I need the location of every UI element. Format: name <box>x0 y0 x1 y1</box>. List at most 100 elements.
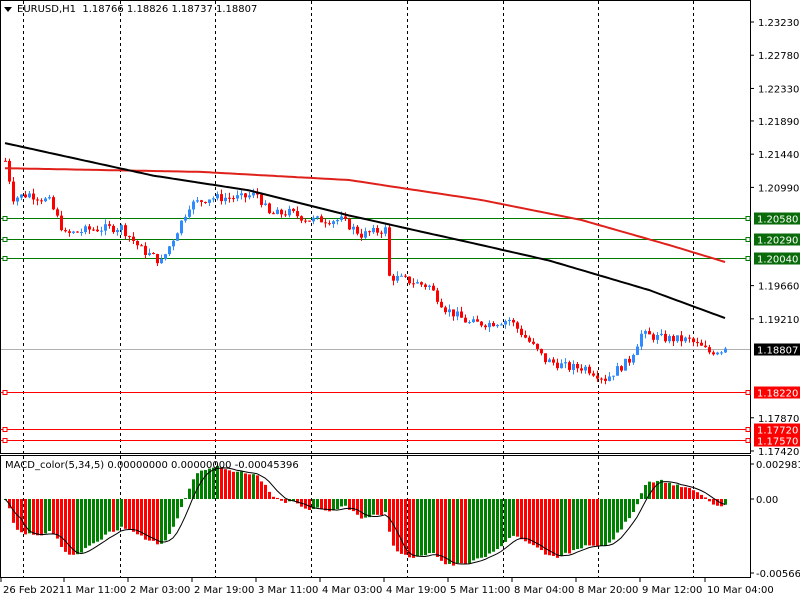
candle-bear <box>648 331 651 335</box>
macd-bar-down <box>136 499 139 535</box>
candle-bear <box>344 216 347 219</box>
candle-bear <box>64 230 67 232</box>
macd-bar-up <box>172 499 175 527</box>
candle-bear <box>452 309 455 317</box>
candle-bull <box>196 200 199 202</box>
macd-bar-down <box>408 499 411 558</box>
macd-bar-up <box>492 499 495 552</box>
macd-bar-up <box>252 474 255 499</box>
macd-bar-down <box>528 499 531 544</box>
macd-bar-up <box>200 470 203 499</box>
candle-bull <box>724 348 727 353</box>
candle-bull <box>192 201 195 210</box>
candle-bear <box>464 317 467 323</box>
collapse-triangle-icon[interactable] <box>4 6 12 12</box>
macd-bar-down <box>284 499 287 503</box>
candle-bear <box>144 245 147 255</box>
candle-bull <box>184 216 187 221</box>
level-anchor <box>2 390 8 395</box>
macd-bar-up <box>160 499 163 544</box>
macd-y-tick-label: 0.00 <box>756 495 778 506</box>
macd-bar-down <box>224 469 227 499</box>
macd-bar-down <box>148 499 151 541</box>
macd-bar-up <box>484 499 487 557</box>
candle-bull <box>640 333 643 347</box>
macd-bar-up <box>164 499 167 541</box>
candle-bear <box>200 200 203 202</box>
candle-bear <box>672 336 675 342</box>
candle-bull <box>72 231 75 233</box>
level-anchor <box>745 427 751 432</box>
level-anchor <box>745 390 751 395</box>
macd-bar-down <box>596 499 599 547</box>
macd-bar-up <box>100 499 103 540</box>
level-anchor <box>745 216 751 221</box>
macd-bar-up <box>344 499 347 506</box>
level-anchor <box>745 237 751 242</box>
macd-bar-up <box>116 499 119 531</box>
macd-bar-up <box>512 499 515 536</box>
candle-bear <box>56 209 59 216</box>
candle-bull <box>248 195 251 198</box>
candle-bear <box>480 321 483 326</box>
macd-bar-up <box>240 471 243 499</box>
candle-bull <box>660 333 663 335</box>
candle-bear <box>88 226 91 230</box>
macd-bar-down <box>680 487 683 499</box>
candle-bear <box>576 363 579 369</box>
candle-bear <box>356 226 359 234</box>
candle-bear <box>420 282 423 285</box>
candle-bear <box>688 337 691 339</box>
y-tick-label: 1.19210 <box>758 315 799 326</box>
symbol-label: EURUSD,H1 <box>17 4 77 15</box>
macd-bar-up <box>468 499 471 564</box>
high-value: 1.18826 <box>126 4 169 15</box>
candle-bear <box>388 227 391 276</box>
candle-bear <box>328 223 331 225</box>
candle-bear <box>704 345 707 348</box>
macd-bar-down <box>244 473 247 499</box>
macd-bar-down <box>40 499 43 536</box>
level-anchor <box>2 438 8 443</box>
candle-bear <box>232 198 235 200</box>
candle-bear <box>652 334 655 340</box>
candle-bear <box>32 193 35 200</box>
candle-bear <box>696 342 699 344</box>
macd-bar-down <box>156 499 159 545</box>
macd-bar-up <box>168 499 171 534</box>
candle-bull <box>496 324 499 327</box>
macd-bar-down <box>276 497 279 499</box>
macd-bar-down <box>464 499 467 565</box>
macd-bar-down <box>32 499 35 535</box>
macd-bar-down <box>64 499 67 552</box>
candle-bear <box>404 275 407 277</box>
candle-bear <box>544 353 547 363</box>
macd-bar-up <box>188 488 191 499</box>
candle-bear <box>268 203 271 214</box>
candle-bear <box>440 301 443 308</box>
macd-bar-up <box>472 499 475 561</box>
macd-bar-down <box>436 499 439 557</box>
candle-bear <box>520 328 523 336</box>
candle-bear <box>692 338 695 343</box>
level-anchor <box>745 438 751 443</box>
macd-bar-down <box>256 475 259 499</box>
candle-bull <box>468 322 471 324</box>
candle-bull <box>148 253 151 255</box>
macd-bar-down <box>356 499 359 515</box>
x-tick-label: 4 Mar 03:00 <box>322 585 382 596</box>
candle-bear <box>96 229 99 232</box>
candle-bear <box>380 232 383 234</box>
candle-bull <box>28 193 31 198</box>
candle-bear <box>368 231 371 233</box>
macd-bar-down <box>152 499 155 541</box>
candle-bull <box>208 199 211 203</box>
macd-bar-up <box>432 499 435 553</box>
candle-bull <box>384 227 387 234</box>
y-tick-label: 1.22780 <box>758 51 799 62</box>
macd-y-tick-label: 0.0029818 <box>756 460 800 471</box>
candle-bull <box>716 352 719 355</box>
y-tick-label: 1.17870 <box>758 414 799 425</box>
open-value: 1.18766 <box>82 4 124 15</box>
candle-bear <box>112 225 115 233</box>
